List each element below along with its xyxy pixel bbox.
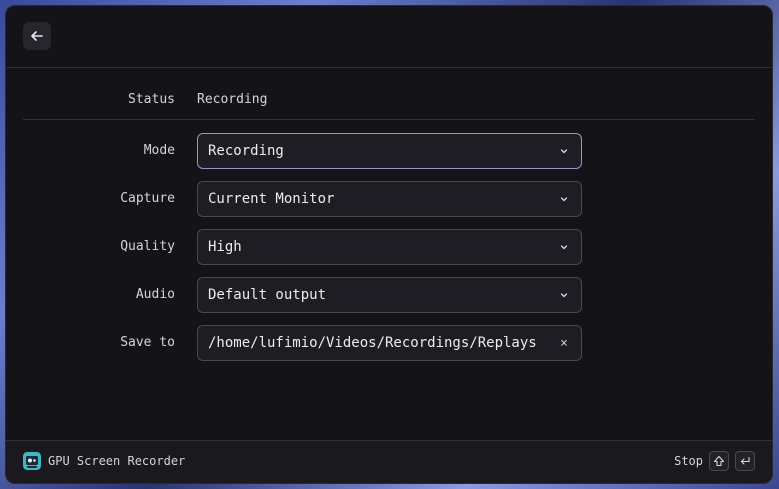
mode-select[interactable]: Recording — [197, 133, 582, 169]
capture-select[interactable]: Current Monitor — [197, 181, 582, 217]
save-to-label: Save to — [120, 335, 175, 350]
audio-row: Audio Default output — [6, 277, 772, 313]
status-row: Status Recording — [6, 92, 772, 112]
chevron-down-icon — [557, 240, 571, 254]
status-divider — [23, 119, 755, 120]
enter-icon — [740, 456, 750, 465]
status-label: Status — [128, 92, 175, 107]
save-to-input[interactable]: /home/lufimio/Videos/Recordings/Replays … — [197, 325, 582, 361]
mode-value: Recording — [208, 143, 284, 159]
quality-select[interactable]: High — [197, 229, 582, 265]
arrow-left-icon — [31, 31, 43, 41]
shift-icon — [713, 455, 725, 467]
audio-select[interactable]: Default output — [197, 277, 582, 313]
mode-label: Mode — [143, 143, 175, 158]
audio-label: Audio — [135, 287, 175, 302]
chevron-down-icon — [557, 192, 571, 206]
capture-value: Current Monitor — [208, 191, 335, 207]
capture-label: Capture — [120, 191, 175, 206]
save-to-row: Save to /home/lufimio/Videos/Recordings/… — [6, 325, 772, 361]
footer-bar: GPU Screen Recorder Stop — [6, 440, 772, 483]
quality-label: Quality — [120, 239, 175, 254]
save-to-value: /home/lufimio/Videos/Recordings/Replays — [208, 335, 537, 351]
audio-value: Default output — [208, 287, 327, 303]
gpu-screen-recorder-logo-icon — [23, 452, 41, 470]
chevron-down-icon — [557, 288, 571, 302]
shift-key-hint — [709, 451, 729, 471]
chevron-down-icon — [557, 144, 571, 158]
status-value: Recording — [197, 92, 268, 107]
enter-key-hint — [735, 451, 755, 471]
header-bar — [6, 6, 772, 68]
capture-row: Capture Current Monitor — [6, 181, 772, 217]
quality-value: High — [208, 239, 242, 255]
app-window: Status Recording Mode Recording Capture … — [5, 5, 773, 484]
back-button[interactable] — [23, 22, 51, 50]
quality-row: Quality High — [6, 229, 772, 265]
stop-action-label[interactable]: Stop — [674, 454, 703, 468]
app-name: GPU Screen Recorder — [48, 454, 186, 468]
mode-row: Mode Recording — [6, 133, 772, 169]
clear-icon[interactable]: × — [557, 336, 571, 351]
